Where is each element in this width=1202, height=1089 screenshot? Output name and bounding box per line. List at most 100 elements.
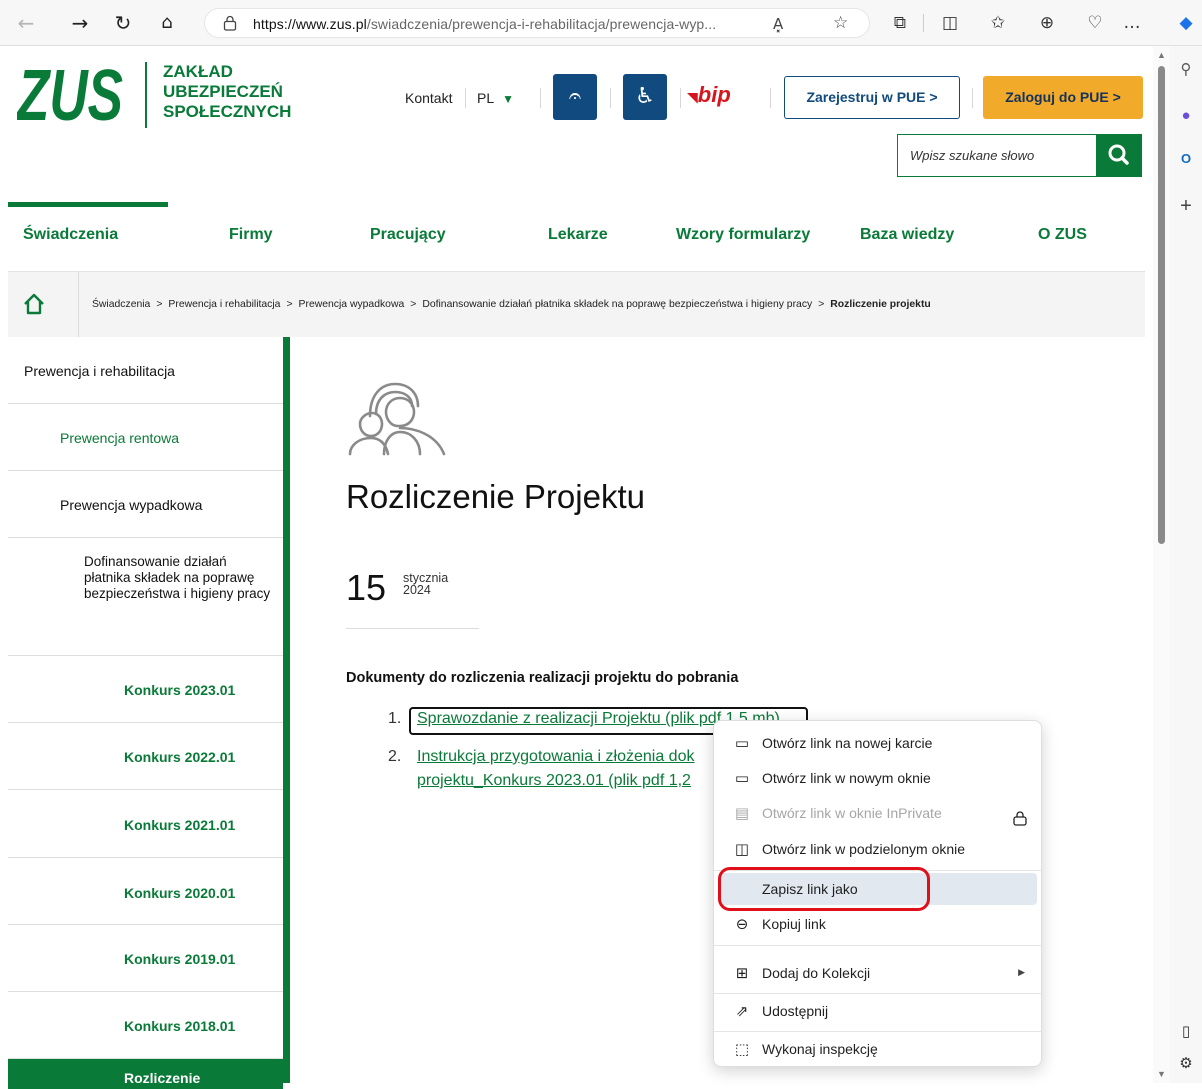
- nav-swiadczenia[interactable]: Świadczenia: [23, 226, 118, 244]
- menu-share[interactable]: ⇗ Udostępnij: [720, 995, 1037, 1027]
- scroll-up-arrow[interactable]: ▲: [1157, 50, 1166, 60]
- login-pue-button[interactable]: Zaloguj do PUE >: [983, 76, 1143, 119]
- address-bar[interactable]: https://www.zus.pl/swiadczenia/prewencja…: [204, 8, 870, 38]
- extensions-icon[interactable]: ⧉: [888, 11, 912, 35]
- header-divider: [540, 88, 541, 108]
- settings-gear-icon[interactable]: ⚙: [1176, 1054, 1196, 1074]
- date-divider: [346, 628, 479, 629]
- sidebar-item-konkurs-2021[interactable]: Konkurs 2021.01: [8, 790, 283, 858]
- add-icon[interactable]: +: [1176, 196, 1196, 216]
- page-scrollbar[interactable]: ▲ ▼: [1153, 46, 1170, 1083]
- menu-separator: [714, 945, 1041, 946]
- nav-wzory-formularzy[interactable]: Wzory formularzy: [676, 226, 810, 244]
- document-link-instrukcja-line2[interactable]: projektu_Konkurs 2023.01 (plik pdf 1,2: [417, 772, 691, 790]
- sidebar-item-konkurs-2019[interactable]: Konkurs 2019.01: [8, 925, 283, 992]
- scroll-down-arrow[interactable]: ▼: [1157, 1069, 1166, 1079]
- zus-logo-text[interactable]: ZAKŁAD UBEZPIECZEŃ SPOŁECZNYCH: [163, 62, 291, 122]
- search-button[interactable]: [1096, 134, 1142, 177]
- favorites-icon[interactable]: ✩: [986, 11, 1010, 35]
- breadcrumb-separator: >: [818, 299, 825, 310]
- sidebar-item-konkurs-2020[interactable]: Konkurs 2020.01: [8, 858, 283, 925]
- sidebar-item-prewencja-rentowa[interactable]: Prewencja rentowa: [8, 404, 283, 471]
- publish-date-month-year: stycznia 2024: [403, 571, 449, 597]
- sidebar-item-label: Konkurs 2021.01: [124, 817, 236, 833]
- breadcrumb-separator: >: [156, 299, 163, 310]
- sidebar-item-prewencja-wypadkowa[interactable]: Prewencja wypadkowa: [8, 471, 283, 538]
- forward-button[interactable]: →: [67, 10, 93, 36]
- inprivate-lock-icon: [1013, 811, 1027, 826]
- breadcrumb-item[interactable]: Dofinansowanie działań płatnika składek …: [422, 299, 812, 310]
- back-button[interactable]: ←: [13, 10, 39, 36]
- publish-date-day: 15: [346, 567, 387, 608]
- breadcrumb-trail: Świadczenia > Prewencja i rehabilitacja > Pr…: [92, 299, 931, 310]
- menu-open-split-window[interactable]: ◫ Otwórz link w podzielonym oknie: [720, 833, 1037, 865]
- refresh-button[interactable]: ↻: [110, 10, 136, 36]
- nav-o-zus[interactable]: O ZUS: [1038, 226, 1087, 244]
- inprivate-icon: ▤: [734, 804, 750, 822]
- nav-lekarze[interactable]: Lekarze: [548, 226, 608, 244]
- read-aloud-icon[interactable]: A͓: [773, 15, 783, 33]
- sidebar-item-konkurs-2018[interactable]: Konkurs 2018.01: [8, 992, 283, 1059]
- inspect-icon: ⬚: [734, 1040, 750, 1058]
- sidebar-item-dofinansowanie[interactable]: Dofinansowanie działań płatnika składek …: [8, 538, 283, 656]
- site-search[interactable]: Wpisz szukane słowo: [897, 134, 1142, 177]
- nav-baza-wiedzy[interactable]: Baza wiedzy: [860, 226, 954, 244]
- menu-open-new-tab[interactable]: ▭ Otwórz link na nowej karcie: [720, 727, 1037, 759]
- breadcrumb-item[interactable]: Świadczenia: [92, 299, 150, 310]
- bip-link[interactable]: ◥bip: [687, 82, 731, 108]
- browser-essentials-icon[interactable]: ♡: [1083, 11, 1107, 35]
- edge-sidebar: ⚲ ● O + ▯ ⚙: [1170, 46, 1202, 1083]
- home-icon[interactable]: [22, 292, 46, 316]
- menu-separator: [714, 1031, 1041, 1032]
- sidebar-item-rozliczenie[interactable]: Rozliczenie: [8, 1059, 283, 1089]
- zus-logo[interactable]: ZUS: [17, 58, 125, 126]
- split-screen-icon[interactable]: ◫: [938, 11, 962, 35]
- menu-copy-link[interactable]: ⊖ Kopiuj link: [720, 908, 1037, 940]
- menu-open-inprivate[interactable]: ▤ Otwórz link w oknie InPrivate: [720, 797, 1037, 829]
- nav-firmy[interactable]: Firmy: [229, 226, 273, 244]
- header-divider: [610, 88, 611, 108]
- language-select[interactable]: PL ▼: [477, 90, 514, 106]
- documents-heading: Dokumenty do rozliczenia realizacji proj…: [346, 670, 739, 686]
- header-divider: [680, 88, 681, 108]
- favorite-star-icon[interactable]: ☆: [833, 13, 848, 33]
- collections-icon: ⊞: [735, 964, 749, 982]
- breadcrumb-divider: [78, 272, 79, 337]
- deaf-accessibility-button[interactable]: 𝄐: [553, 74, 597, 120]
- page-title: Rozliczenie Projektu: [346, 478, 645, 515]
- wheelchair-accessibility-button[interactable]: ♿: [623, 74, 667, 120]
- menu-open-new-window[interactable]: ▭ Otwórz link w nowym oknie: [720, 762, 1037, 794]
- breadcrumb-item[interactable]: Prewencja i rehabilitacja: [168, 299, 280, 310]
- search-icon[interactable]: ⚲: [1176, 60, 1196, 80]
- sidebar-item-label: Prewencja i rehabilitacja: [24, 363, 175, 379]
- more-menu-icon[interactable]: …: [1120, 11, 1144, 35]
- link-icon: ⊖: [735, 915, 749, 933]
- document-link-instrukcja[interactable]: Instrukcja przygotowania i złożenia dok: [417, 748, 694, 766]
- sidebar-item-prewencja-i-rehabilitacja[interactable]: Prewencja i rehabilitacja: [8, 337, 283, 404]
- copilot-sidebar-icon[interactable]: ●: [1176, 106, 1196, 126]
- menu-inspect[interactable]: ⬚ Wykonaj inspekcję: [720, 1033, 1037, 1065]
- scroll-thumb[interactable]: [1158, 66, 1165, 544]
- copilot-icon[interactable]: ◆: [1174, 11, 1198, 35]
- split-window-icon: ◫: [734, 840, 750, 858]
- section-sidebar: Prewencja i rehabilitacja Prewencja rent…: [8, 337, 290, 1089]
- highlight-annotation: [718, 867, 930, 911]
- kontakt-link[interactable]: Kontakt: [405, 90, 452, 106]
- sidebar-item-konkurs-2023[interactable]: Konkurs 2023.01: [8, 656, 283, 723]
- outlook-icon[interactable]: O: [1176, 149, 1196, 169]
- sidebar-item-label: Prewencja wypadkowa: [60, 497, 203, 513]
- main-navigation: Świadczenia Firmy Pracujący Lekarze Wzor…: [8, 202, 1145, 272]
- sidebar-toggle-icon[interactable]: ▯: [1176, 1022, 1196, 1042]
- new-tab-icon: ▭: [734, 734, 750, 752]
- menu-add-to-collections[interactable]: ⊞ Dodaj do Kolekcji ▶: [720, 957, 1037, 989]
- breadcrumb-item[interactable]: Prewencja wypadkowa: [299, 299, 405, 310]
- nav-pracujacy[interactable]: Pracujący: [370, 226, 446, 244]
- home-button[interactable]: ⌂: [154, 10, 180, 36]
- search-input[interactable]: Wpisz szukane słowo: [910, 148, 1034, 163]
- menu-separator: [714, 993, 1041, 994]
- header-divider: [770, 88, 771, 108]
- sidebar-item-konkurs-2022[interactable]: Konkurs 2022.01: [8, 723, 283, 790]
- register-pue-button[interactable]: Zarejestruj w PUE >: [784, 76, 960, 119]
- sidebar-item-label: Prewencja rentowa: [60, 430, 180, 446]
- collections-icon[interactable]: ⊕: [1035, 11, 1059, 35]
